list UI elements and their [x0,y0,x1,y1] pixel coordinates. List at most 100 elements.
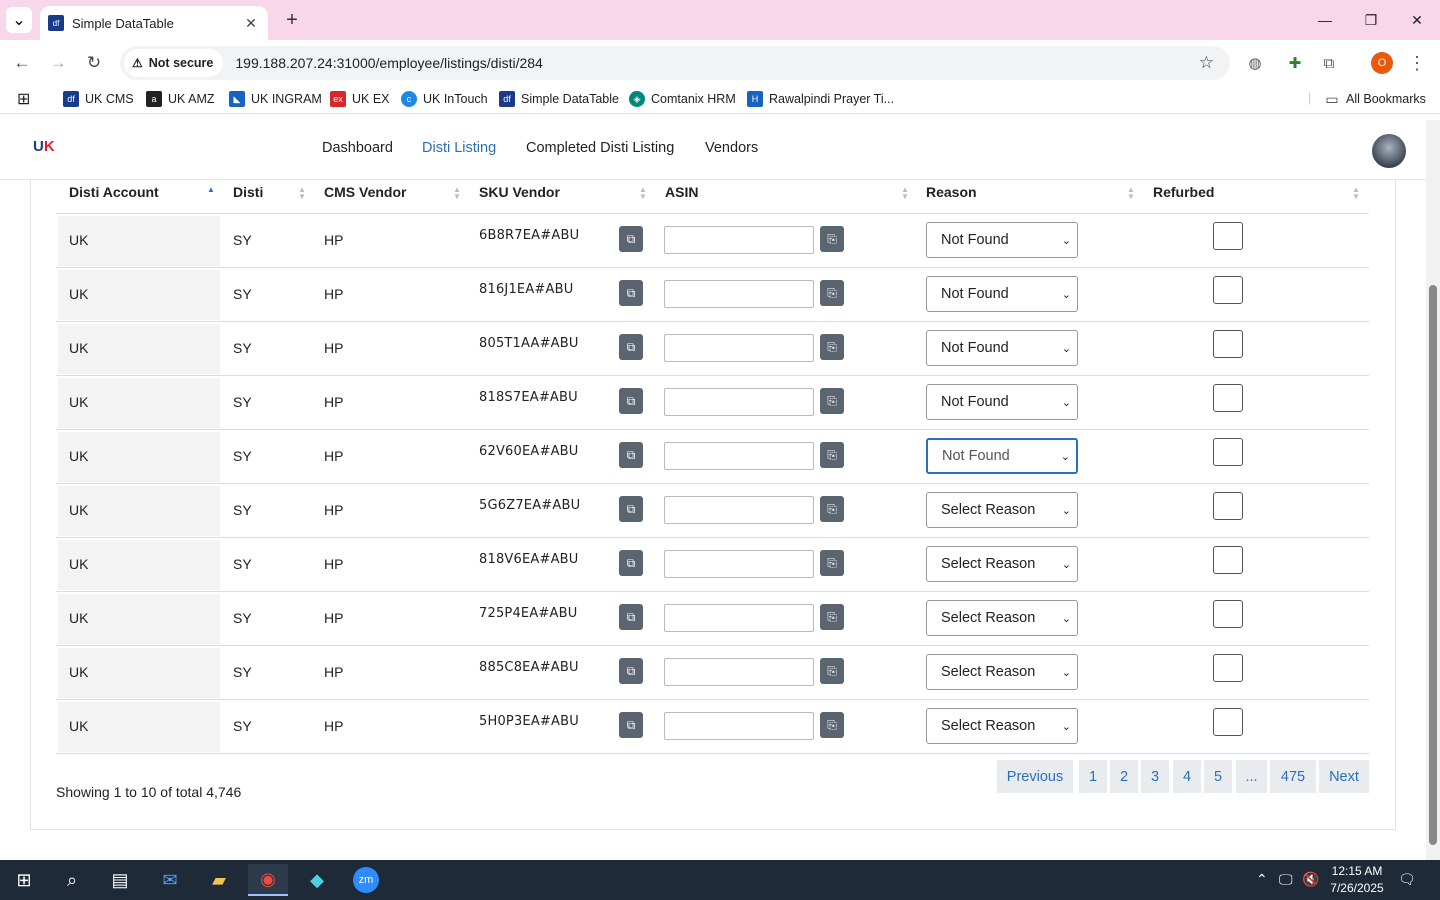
refurbed-checkbox[interactable] [1213,708,1243,736]
pagination-page-1[interactable]: 1 [1079,760,1107,793]
pagination-page-4[interactable]: 4 [1173,760,1201,793]
paste-asin-button[interactable]: ⎘ [820,658,844,684]
pagination-page-2[interactable]: 2 [1110,760,1138,793]
tab-search-button[interactable]: ⌄ [6,7,32,33]
chrome-icon[interactable]: ◉ [248,864,288,896]
extensions-puzzle-icon[interactable]: ⧉ [1318,52,1340,74]
paste-asin-button[interactable]: ⎘ [820,442,844,468]
refurbed-checkbox[interactable] [1213,438,1243,466]
restore-button[interactable]: ❐ [1348,0,1394,40]
paste-asin-button[interactable]: ⎘ [820,550,844,576]
reason-select[interactable]: Not Found ⌄ [926,222,1078,258]
header-asin[interactable]: ASIN [665,184,698,200]
copy-sku-button[interactable]: ⧉ [619,226,643,252]
windows-start-icon[interactable]: ⊞ [4,864,44,896]
reason-select[interactable]: Not Found ⌄ [926,438,1078,474]
refurbed-checkbox[interactable] [1213,654,1243,682]
sort-icon[interactable]: ▲ ▼ [453,186,461,201]
header-disti-account[interactable]: Disti Account [69,184,159,200]
file-explorer-icon[interactable]: ▰ [199,864,239,896]
extension-icon[interactable]: ✚ [1284,52,1306,74]
copy-sku-button[interactable]: ⧉ [619,658,643,684]
security-chip[interactable]: ⚠ Not secure [124,49,224,77]
asin-input[interactable] [664,712,814,740]
asin-input[interactable] [664,226,814,254]
asin-input[interactable] [664,280,814,308]
header-refurbed[interactable]: Refurbed [1153,184,1214,200]
pagination-next[interactable]: Next [1319,760,1369,793]
bookmark-simple-datatable[interactable]: df Simple DataTable [499,91,619,107]
all-bookmarks-button[interactable]: ▭ All Bookmarks [1324,91,1426,107]
refurbed-checkbox[interactable] [1213,222,1243,250]
reason-select[interactable]: Not Found ⌄ [926,276,1078,312]
reason-select[interactable]: Select Reason ⌄ [926,546,1078,582]
copy-sku-button[interactable]: ⧉ [619,550,643,576]
reason-select[interactable]: Select Reason ⌄ [926,708,1078,744]
copy-sku-button[interactable]: ⧉ [619,496,643,522]
reason-select[interactable]: Select Reason ⌄ [926,600,1078,636]
sort-icon[interactable]: ▲ ▼ [639,186,647,201]
uk-logo[interactable]: UK [33,138,59,162]
refurbed-checkbox[interactable] [1213,492,1243,520]
omnibox[interactable]: ⚠ Not secure 199.188.207.24:31000/employ… [120,46,1230,80]
paste-asin-button[interactable]: ⎘ [820,604,844,630]
copy-sku-button[interactable]: ⧉ [619,712,643,738]
paste-asin-button[interactable]: ⎘ [820,496,844,522]
nav-dashboard[interactable]: Dashboard [322,140,393,156]
reason-select[interactable]: Select Reason ⌄ [926,492,1078,528]
sort-icon[interactable]: ▲ ▼ [901,186,909,201]
back-button[interactable]: ← [8,50,36,76]
scrollbar-thumb[interactable] [1429,285,1437,845]
pagination-page-3[interactable]: 3 [1141,760,1169,793]
translate-icon[interactable]: ◍ [1244,52,1266,74]
header-reason[interactable]: Reason [926,184,977,200]
reason-select[interactable]: Not Found ⌄ [926,330,1078,366]
paste-asin-button[interactable]: ⎘ [820,280,844,306]
header-cms-vendor[interactable]: CMS Vendor [324,184,406,200]
page-scrollbar[interactable] [1426,120,1440,860]
bookmark-uk-ingram[interactable]: ◣ UK INGRAM [229,91,322,107]
bookmark-uk-cms[interactable]: df UK CMS [63,91,134,107]
bookmark-uk-amz[interactable]: a UK AMZ [146,91,215,107]
browser-tab[interactable]: df Simple DataTable ✕ [40,6,268,40]
asin-input[interactable] [664,496,814,524]
asin-input[interactable] [664,658,814,686]
sort-icon[interactable]: ▲ ▼ [298,186,306,201]
nav-completed-disti-listing[interactable]: Completed Disti Listing [526,140,674,156]
refurbed-checkbox[interactable] [1213,276,1243,304]
new-tab-button[interactable]: + [280,8,304,32]
close-tab-icon[interactable]: ✕ [242,15,260,32]
header-sku-vendor[interactable]: SKU Vendor [479,184,560,200]
reason-select[interactable]: Not Found ⌄ [926,384,1078,420]
asin-input[interactable] [664,550,814,578]
copy-sku-button[interactable]: ⧉ [619,334,643,360]
close-window-button[interactable]: ✕ [1394,0,1440,40]
refurbed-checkbox[interactable] [1213,600,1243,628]
menu-kebab-icon[interactable]: ⋮ [1406,52,1428,74]
outlook-icon[interactable]: ✉ [150,864,190,896]
paste-asin-button[interactable]: ⎘ [820,712,844,738]
nav-vendors[interactable]: Vendors [705,140,758,156]
volume-muted-icon[interactable]: 🔇 [1302,871,1319,888]
forward-button[interactable]: → [44,50,72,76]
reason-select[interactable]: Select Reason ⌄ [926,654,1078,690]
url-text[interactable]: 199.188.207.24:31000/employee/listings/d… [235,55,542,71]
notification-icon[interactable]: 🗨 [1398,871,1416,888]
network-icon[interactable]: 🖵 [1279,871,1293,888]
apps-grid-icon[interactable]: ⊞ [17,89,30,109]
asin-input[interactable] [664,604,814,632]
copy-sku-button[interactable]: ⧉ [619,280,643,306]
bookmark-rawalpindi-prayer[interactable]: H Rawalpindi Prayer Ti... [747,91,894,107]
bookmark-uk-ex[interactable]: ex UK EX [330,91,390,107]
bookmark-star-icon[interactable]: ☆ [1199,53,1214,73]
copy-sku-button[interactable]: ⧉ [619,442,643,468]
refurbed-checkbox[interactable] [1213,384,1243,412]
search-icon[interactable]: ⌕ [52,864,92,896]
copy-sku-button[interactable]: ⧉ [619,388,643,414]
system-clock[interactable]: 12:15 AM 7/26/2025 [1322,863,1392,897]
asin-input[interactable] [664,334,814,362]
sort-icon[interactable]: ▲ ▼ [1127,186,1135,201]
sort-asc-icon[interactable]: ▲ [207,186,215,194]
paste-asin-button[interactable]: ⎘ [820,334,844,360]
bookmark-uk-intouch[interactable]: c UK InTouch [401,91,488,107]
